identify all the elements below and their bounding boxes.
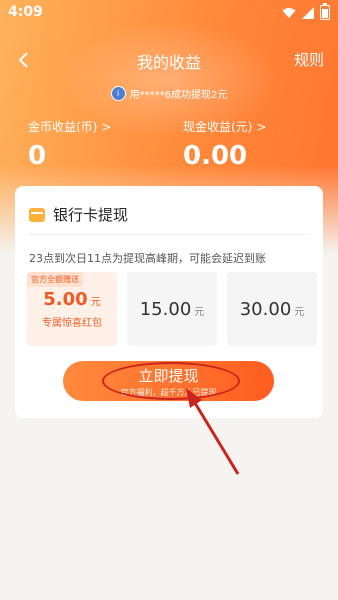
chevron-right-icon: > (256, 119, 267, 134)
status-bar: 4:09 (0, 0, 338, 24)
amount-options: 官方全额赠送 5.00 元 专属惊喜红包 15.00 元 30.00 元 (27, 272, 317, 346)
notice-avatar: i (110, 86, 126, 101)
option-subtitle: 专属惊喜红包 (42, 318, 102, 329)
signal-icon (302, 6, 314, 19)
option-tag: 官方全额赠送 (27, 272, 83, 287)
cash-balance[interactable]: 现金收益(元) > 0.00 (183, 118, 266, 172)
withdraw-notice: i 用*****6成功提现2元 (0, 86, 338, 101)
option-unit: 元 (294, 306, 305, 318)
card-title: 银行卡提现 (53, 206, 129, 224)
wifi-icon (282, 7, 296, 18)
withdraw-button-label: 立即提现 (138, 367, 199, 385)
rules-link[interactable]: 规则 (294, 49, 324, 70)
option-amount-value: 5.00 (43, 289, 88, 310)
nav-bar: 我的收益 规则 (0, 42, 338, 78)
cash-balance-label-row: 现金收益(元) > (183, 118, 266, 135)
battery-icon (320, 3, 330, 20)
option-amount: 30.00 元 (240, 299, 305, 320)
amount-option[interactable]: 官方全额赠送 5.00 元 专属惊喜红包 (27, 272, 117, 346)
divider (29, 234, 309, 235)
status-icons (282, 3, 330, 20)
cash-balance-value: 0.00 (183, 141, 248, 171)
option-amount-value: 30.00 (239, 298, 292, 320)
coin-balance-label: 金币收益(币) (28, 120, 98, 134)
chevron-right-icon: > (101, 119, 112, 134)
amount-option[interactable]: 30.00 元 (227, 272, 317, 346)
peak-note: 23点到次日11点为提现高峰期，可能会延迟到账 (29, 252, 266, 265)
option-amount: 15.00 元 (140, 299, 205, 320)
card-header: 银行卡提现 (29, 204, 128, 225)
option-amount: 5.00 元 (43, 289, 100, 310)
status-time: 4:09 (8, 4, 43, 20)
option-unit: 元 (90, 297, 101, 308)
cash-balance-label: 现金收益(元) (183, 120, 253, 134)
coin-balance-label-row: 金币收益(币) > (28, 118, 111, 135)
coin-balance[interactable]: 金币收益(币) > 0 (28, 118, 111, 172)
notice-text: 用*****6成功提现2元 (129, 90, 228, 101)
withdraw-card: 银行卡提现 23点到次日11点为提现高峰期，可能会延迟到账 官方全额赠送 5.0… (15, 186, 323, 418)
amount-option[interactable]: 15.00 元 (127, 272, 217, 346)
withdraw-now-button[interactable]: 立即提现 官方福利，超千万人已提现 (63, 361, 274, 401)
withdraw-button-subtitle: 官方福利，超千万人已提现 (120, 388, 217, 397)
page-title: 我的收益 (136, 53, 201, 72)
option-amount-value: 15.00 (139, 298, 192, 320)
coin-balance-value: 0 (28, 141, 47, 171)
wallet-icon (29, 207, 45, 222)
option-unit: 元 (194, 306, 205, 318)
